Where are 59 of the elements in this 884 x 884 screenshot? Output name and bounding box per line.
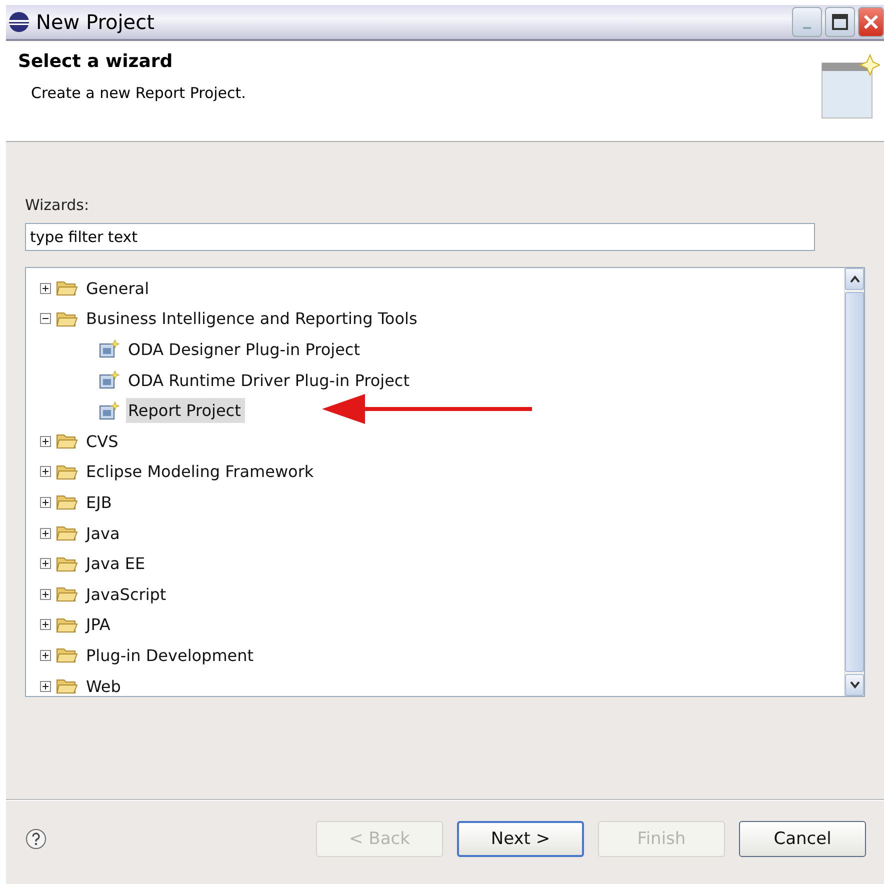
tree-item[interactable]: Web xyxy=(84,674,125,699)
tree-item[interactable]: Business Intelligence and Reporting Tools xyxy=(84,306,422,332)
close-icon xyxy=(863,14,879,30)
down-icon xyxy=(850,681,860,689)
expand-icon[interactable] xyxy=(40,466,51,478)
close-button[interactable] xyxy=(858,7,884,37)
scroll-up-button[interactable] xyxy=(845,268,864,290)
tree-item[interactable]: Plug-in Development xyxy=(84,642,258,668)
wizard-button[interactable]: Cancel xyxy=(739,821,866,857)
tree-item[interactable]: JavaScript xyxy=(84,582,170,607)
tree-item[interactable]: ODA Designer Plug-in Project xyxy=(126,336,364,362)
folder-icon xyxy=(56,432,78,450)
up-icon xyxy=(850,275,860,283)
maximize-button[interactable] xyxy=(825,7,855,37)
expand-icon[interactable] xyxy=(40,496,51,508)
expand-icon[interactable] xyxy=(40,528,51,539)
tree-item[interactable]: CVS xyxy=(84,428,122,454)
scroll-thumb[interactable] xyxy=(845,292,864,672)
expand-icon[interactable] xyxy=(40,436,51,447)
tree-item[interactable]: EJB xyxy=(84,490,116,515)
folder-icon xyxy=(56,585,78,604)
wizard-button[interactable]: Next > xyxy=(457,821,584,857)
minimize-icon xyxy=(803,27,811,29)
folder-icon xyxy=(56,493,78,512)
folder-icon xyxy=(56,524,78,542)
wizards-label: Wizards: xyxy=(25,196,90,214)
scroll-down-button[interactable] xyxy=(845,674,864,696)
help-icon[interactable] xyxy=(25,828,47,850)
expand-icon[interactable] xyxy=(40,680,51,692)
filter-field[interactable]: type filter text xyxy=(25,223,815,251)
project-icon xyxy=(98,400,120,421)
tree-item[interactable]: JPA xyxy=(84,612,114,638)
tree-item[interactable]: Java EE xyxy=(84,551,150,576)
tree-item[interactable]: Report Project xyxy=(126,398,245,424)
maximize-icon xyxy=(832,14,848,30)
expand-icon[interactable] xyxy=(40,558,51,570)
page-title: Select a wizard xyxy=(18,51,174,72)
collapse-icon[interactable] xyxy=(40,313,51,324)
folder-icon xyxy=(56,616,78,634)
expand-icon[interactable] xyxy=(40,282,51,294)
expand-icon[interactable] xyxy=(40,588,51,600)
expand-icon[interactable] xyxy=(40,619,51,630)
tree-item[interactable]: Java xyxy=(84,520,124,546)
page-description: Create a new Report Project. xyxy=(31,84,246,102)
folder-icon xyxy=(56,646,78,664)
tree-item[interactable]: Eclipse Modeling Framework xyxy=(84,459,318,484)
folder-icon xyxy=(56,554,78,573)
scroll-bar[interactable] xyxy=(844,268,864,696)
expand-icon[interactable] xyxy=(40,650,51,661)
folder-icon xyxy=(56,310,78,328)
project-icon xyxy=(98,339,120,360)
folder-icon xyxy=(56,279,78,298)
folder-icon xyxy=(56,462,78,481)
folder-icon xyxy=(56,677,78,696)
app-icon xyxy=(8,11,30,33)
tree-item[interactable]: General xyxy=(84,276,154,301)
project-icon xyxy=(98,370,120,390)
tree-item[interactable]: ODA Runtime Driver Plug-in Project xyxy=(126,368,414,393)
window-title: New Project xyxy=(36,10,156,34)
